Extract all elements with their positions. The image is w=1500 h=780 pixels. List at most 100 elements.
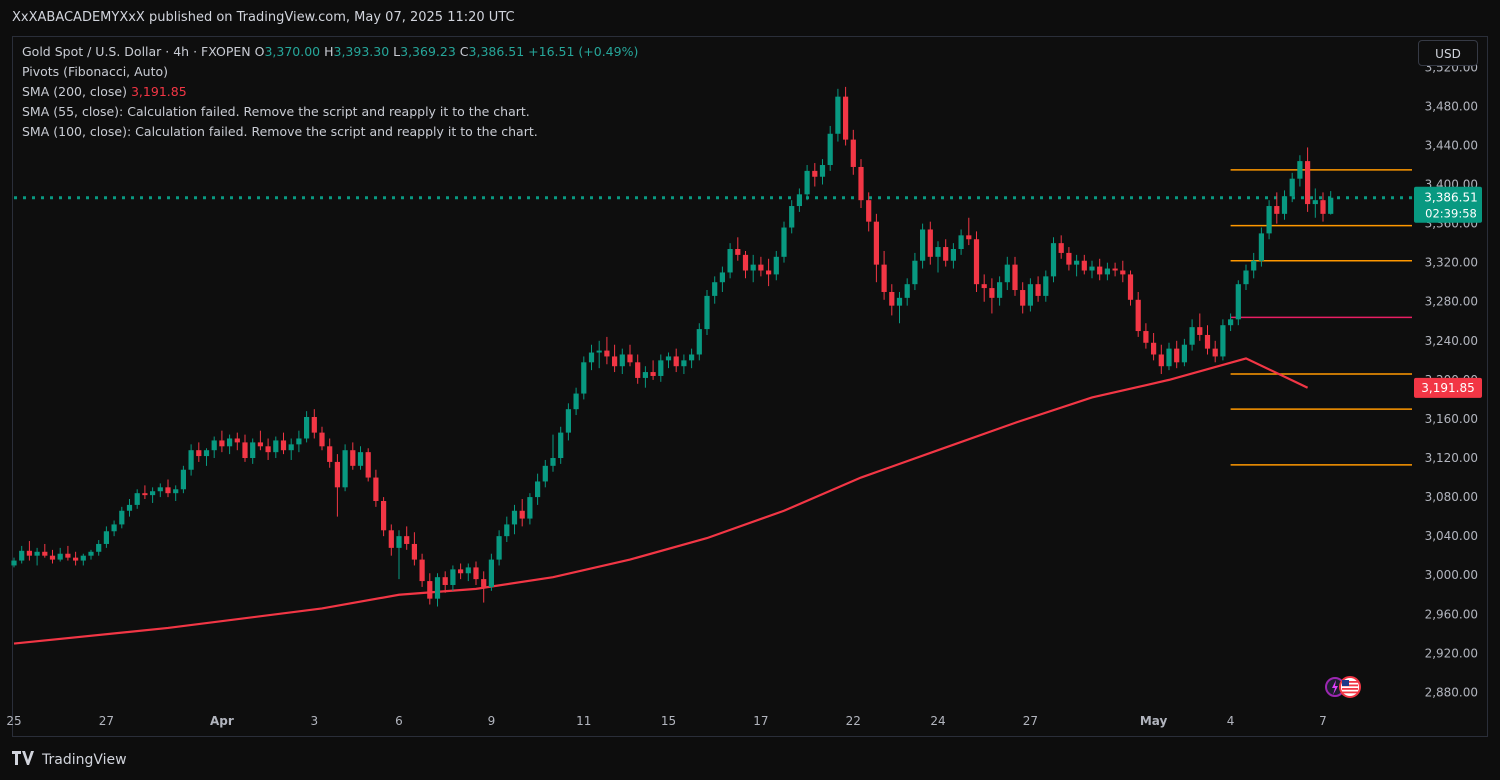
candle-body [357,452,364,466]
candle-body [1035,284,1041,296]
candle-body [1074,260,1080,265]
time-tick-label: Apr [210,714,234,728]
candle-body [34,551,40,556]
candle-body [535,481,541,498]
legend-pivots[interactable]: Pivots (Fibonacci, Auto) [22,62,638,82]
currency-button[interactable]: USD [1418,40,1478,66]
candle-body [819,165,826,177]
candle-body [1127,274,1134,300]
candle-body [1181,344,1187,363]
candle-body [73,557,79,561]
candle-body [257,442,263,447]
candle-body [1151,342,1157,355]
candle-body [465,567,471,574]
candle-body [1266,206,1272,234]
candle-body [157,487,163,492]
symbol-name[interactable]: Gold Spot / U.S. Dollar · 4h · FXOPEN [22,44,251,59]
candle-body [673,356,679,367]
candle-body [211,440,217,451]
candle-body [1143,331,1149,343]
candle-body [427,581,433,599]
candle-body [473,567,479,580]
candle-body [165,487,171,494]
candle-body [411,543,417,560]
candle-body [904,284,910,298]
candle-body [1235,284,1241,320]
candle-body [681,360,687,367]
candle-body [619,354,625,367]
candle-body [173,489,179,494]
candle-body [365,452,371,478]
candle-body [527,497,533,519]
price-tick-label: 2,960.00 [1425,607,1478,621]
candle-body [26,550,32,556]
candle-body [80,555,86,561]
time-tick-label: 3 [310,714,318,728]
legend-sma55[interactable]: SMA (55, close): Calculation failed. Rem… [22,102,638,122]
candle-body [458,569,464,574]
candle-body [1297,161,1303,179]
ohlc-high: 3,393.30 [333,44,390,59]
candle-body [1012,264,1018,291]
price-tick-label: 3,440.00 [1425,138,1478,152]
candle-body [481,579,487,587]
candle-body [396,536,402,548]
candle-body [781,227,787,257]
candle-body [773,256,779,275]
candle-body [612,356,618,367]
time-tick-label: 22 [846,714,861,728]
candle-body [827,133,833,166]
candle-body [558,432,564,459]
price-tick-label: 3,040.00 [1425,529,1478,543]
candle-body [750,264,756,271]
candle-body [1166,348,1172,367]
candle-body [735,249,741,255]
candle-body [319,432,325,447]
candle-body [943,247,949,261]
time-tick-label: 17 [753,714,768,728]
candle-body [1081,260,1087,271]
candle-body [973,239,980,285]
candle-body [958,235,964,250]
tradingview-brand: TradingView [42,752,127,768]
candle-body [203,450,210,457]
candle-body [866,200,872,222]
candle-body [196,450,202,457]
time-tick-label: 27 [1023,714,1038,728]
candle-body [1066,252,1072,265]
candle-body [843,96,849,140]
candle-body [404,536,410,544]
time-axis: 25 27 Apr 3 6 9 11 15 17 22 24 27 May 4 7 [6,714,1326,728]
candle-body [1320,200,1326,214]
tradingview-logo[interactable]: TradingView [12,748,127,772]
price-tick-label: 3,120.00 [1425,451,1478,465]
sma200-label[interactable]: SMA (200, close) [22,84,127,99]
candle-body [789,206,795,228]
candle-body [304,416,310,439]
legend-symbol-row: Gold Spot / U.S. Dollar · 4h · FXOPEN O3… [22,42,638,62]
countdown-badge-value: 02:39:58 [1425,207,1477,221]
candle-body [935,247,941,257]
time-tick-label: 25 [6,714,21,728]
price-tick-label: 2,880.00 [1425,685,1478,699]
candle-body [719,272,725,283]
candle-body [896,297,903,306]
candle-body [11,560,17,566]
candle-body [419,559,425,582]
time-tick-label: 6 [395,714,403,728]
time-tick-label: 4 [1227,714,1235,728]
candle-body [766,270,772,275]
candle-body [1058,243,1064,253]
candle-body [927,229,933,257]
candle-body [966,235,972,240]
candle-body [1281,196,1288,214]
candle-body [1027,284,1033,306]
candle-body [219,440,225,447]
candle-body [1020,290,1026,306]
candle-body [1312,200,1318,205]
ohlc-close: 3,386.51 [468,44,525,59]
candle-body [835,96,841,134]
candle-body [273,440,279,453]
legend-sma100[interactable]: SMA (100, close): Calculation failed. Re… [22,122,638,142]
candle-body [1197,327,1203,335]
